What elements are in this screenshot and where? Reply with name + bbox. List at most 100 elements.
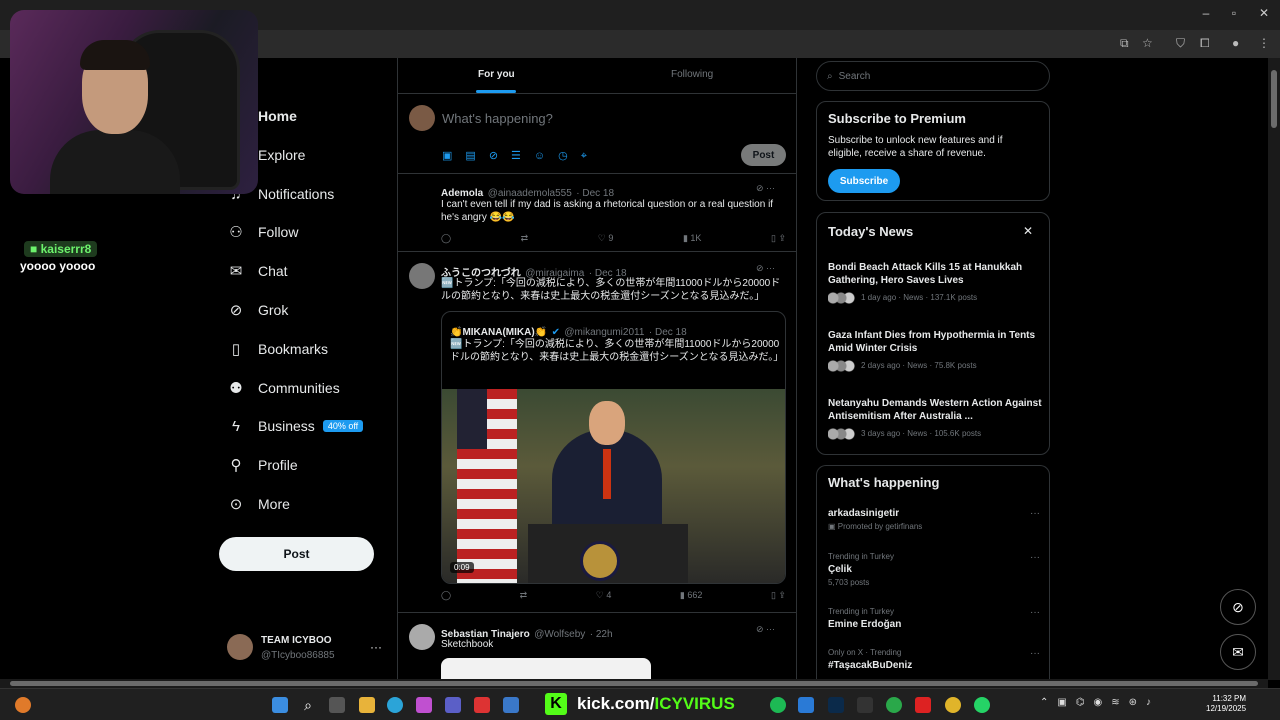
tab-following[interactable]: Following [671, 69, 713, 80]
trend-item[interactable]: Trending in Turkey Emine Erdoğan ··· [828, 607, 1040, 630]
account-handle[interactable]: @TIcyboo86885 [261, 650, 335, 661]
tweet-image[interactable] [441, 658, 651, 680]
file-explorer-icon[interactable] [359, 697, 375, 713]
grok-icon: ⊘ [1232, 598, 1244, 615]
person-add-icon: ⚇ [229, 224, 243, 241]
trend-more-icon[interactable]: ··· [1030, 552, 1040, 563]
tab-for-you[interactable]: For you [478, 69, 515, 80]
tweet-author-handle[interactable]: @Wolfseby [534, 629, 585, 640]
trend-item[interactable]: Only on X · Trending #TaşacakBuDeniz ··· [828, 648, 1040, 671]
composer-input[interactable]: What's happening? [442, 111, 553, 126]
tweet-avatar[interactable] [409, 624, 435, 650]
app-icon[interactable] [915, 697, 931, 713]
grok-compose-icon[interactable]: ⊘ [489, 150, 511, 162]
views-button[interactable]: ▮ 662 [680, 590, 702, 601]
weather-icon[interactable] [15, 697, 31, 713]
spotify-icon[interactable] [770, 697, 786, 713]
account-more-icon[interactable]: ··· [370, 640, 382, 654]
extensions-icon[interactable]: ⧠ [1200, 36, 1210, 51]
bookmark-tweet-icon[interactable]: ▯ ⇪ [771, 233, 786, 244]
views-button[interactable]: ▮ 1K [683, 233, 701, 244]
close-window-icon[interactable]: ✕ [1254, 6, 1274, 20]
like-button[interactable]: ♡ 4 [596, 590, 612, 601]
nav-chat[interactable]: ✉ Chat [226, 257, 288, 285]
bookmark-tweet-icon[interactable]: ▯ ⇪ [771, 590, 786, 601]
store-icon[interactable] [503, 697, 519, 713]
repost-icon[interactable]: ⇄ [520, 590, 528, 601]
horizontal-scroll-thumb[interactable] [10, 681, 1258, 686]
gif-icon[interactable]: ▤ [465, 150, 488, 162]
app-icon[interactable] [857, 697, 873, 713]
messages-float-button[interactable]: ✉ [1220, 634, 1256, 670]
account-avatar[interactable] [227, 634, 253, 660]
nav-grok[interactable]: ⊘ Grok [226, 296, 289, 324]
news-item[interactable]: Bondi Beach Attack Kills 15 at Hanukkah … [828, 261, 1043, 304]
tweet[interactable]: Ademola @ainaademola555 · Dec 18 ⊘ ··· I… [398, 175, 796, 252]
presidential-seal [580, 541, 620, 581]
whatsapp-icon[interactable] [974, 697, 990, 713]
vertical-scrollbar[interactable] [1268, 58, 1280, 680]
emoji-icon[interactable]: ☺ [534, 150, 558, 162]
vscode-icon[interactable] [798, 697, 814, 713]
search-input[interactable]: ⌕ Search [816, 61, 1050, 91]
maximize-icon[interactable]: ▫ [1224, 6, 1244, 20]
install-icon[interactable]: ⧉ [1120, 36, 1129, 51]
taskbar-search-icon[interactable]: ⌕ [300, 697, 316, 713]
schedule-icon[interactable]: ◷ [558, 150, 581, 162]
system-tray-icons[interactable]: ⌃▣⌬◉≋⊛♪ [1040, 697, 1160, 708]
copilot-icon[interactable] [416, 697, 432, 713]
minimize-icon[interactable]: – [1196, 6, 1216, 20]
taskbar-clock[interactable]: 11:32 PM 12/19/2025 [1206, 694, 1246, 714]
trend-more-icon[interactable]: ··· [1030, 508, 1040, 519]
app-icon[interactable] [886, 697, 902, 713]
nav-more[interactable]: ⊙ More [226, 490, 290, 518]
reply-icon[interactable]: ◯ [441, 233, 451, 244]
post-button[interactable]: Post [219, 537, 374, 571]
trend-more-icon[interactable]: ··· [1030, 607, 1040, 618]
like-button[interactable]: ♡ 9 [598, 233, 614, 244]
close-icon[interactable]: ✕ [1023, 224, 1033, 238]
shield-icon[interactable]: ⛉ [1176, 36, 1185, 51]
chrome-icon[interactable] [945, 697, 961, 713]
nav-follow[interactable]: ⚇ Follow [226, 218, 298, 246]
subscribe-button[interactable]: Subscribe [828, 169, 900, 193]
video-player[interactable]: 0:09 [442, 389, 785, 583]
verified-icon: ✔ [551, 327, 560, 338]
vertical-scroll-thumb[interactable] [1271, 70, 1277, 128]
image-icon[interactable]: ▣ [442, 150, 465, 162]
grok-float-button[interactable]: ⊘ [1220, 589, 1256, 625]
trend-more-icon[interactable]: ··· [1030, 648, 1040, 659]
poll-icon[interactable]: ☰ [511, 150, 534, 162]
premium-text: Subscribe to unlock new features and if … [828, 135, 1003, 159]
tweet[interactable]: Sebastian Tinajero @Wolfseby · 22h ⊘ ···… [398, 614, 796, 680]
nav-communities[interactable]: ⚉ Communities [226, 374, 339, 402]
tweet-avatar[interactable] [409, 263, 435, 289]
nav-bookmarks[interactable]: ▯ Bookmarks [226, 335, 328, 363]
trend-item[interactable]: Trending in Turkey Çelik 5,703 posts ··· [828, 552, 1040, 587]
browser-menu-icon[interactable]: ⋮ [1258, 36, 1270, 50]
news-item[interactable]: Netanyahu Demands Western Action Against… [828, 397, 1043, 440]
profile-avatar-icon[interactable]: ● [1232, 36, 1239, 50]
composer-post-button[interactable]: Post [741, 144, 786, 166]
tweet[interactable]: ふうこのつれづれ @miraigaima · Dec 18 ⊘ ··· 🆕トラン… [398, 253, 796, 613]
quoted-tweet[interactable]: 👏MIKANA(MIKA)👏 ✔ @mikangumi2011 · Dec 18… [441, 311, 786, 584]
bookmark-star-icon[interactable]: ☆ [1142, 36, 1153, 50]
tweet-date[interactable]: · 22h [590, 629, 613, 640]
tweet-more-icon[interactable]: ⊘ ··· [756, 263, 775, 274]
edge-icon[interactable] [387, 697, 403, 713]
teams-icon[interactable] [445, 697, 461, 713]
photoshop-icon[interactable] [828, 697, 844, 713]
tweet-more-icon[interactable]: ⊘ ··· [756, 183, 775, 194]
app-icon[interactable] [474, 697, 490, 713]
repost-icon[interactable]: ⇄ [521, 233, 529, 244]
tweet-more-icon[interactable]: ⊘ ··· [756, 624, 775, 635]
nav-profile[interactable]: ⚲ Profile [226, 451, 298, 479]
account-name[interactable]: TEAM ICYBOO [261, 635, 332, 646]
task-view-icon[interactable] [329, 697, 345, 713]
news-item[interactable]: Gaza Infant Dies from Hypothermia in Ten… [828, 329, 1043, 372]
start-icon[interactable] [272, 697, 288, 713]
trend-item[interactable]: arkadasinigetir ▣ Promoted by getirfinan… [828, 508, 1040, 531]
location-icon[interactable]: ⌖ [581, 150, 600, 162]
nav-business[interactable]: ϟ Business 40% off [226, 412, 364, 440]
reply-icon[interactable]: ◯ [441, 590, 451, 601]
